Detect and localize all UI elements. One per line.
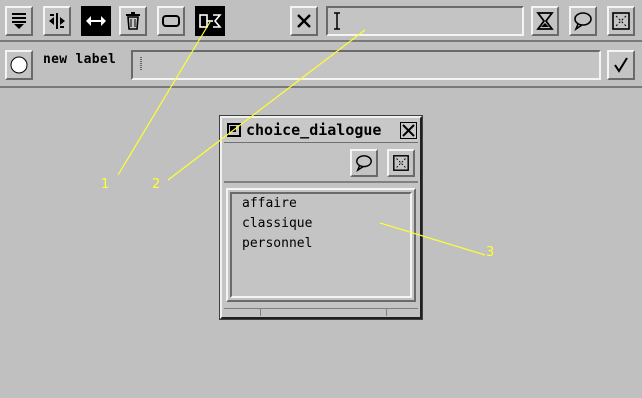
circle-icon bbox=[10, 56, 28, 74]
resize-button[interactable] bbox=[607, 6, 635, 36]
list-menu-icon bbox=[12, 13, 26, 29]
label-input-field[interactable] bbox=[131, 50, 601, 80]
list-item-personnel[interactable]: personnel bbox=[242, 236, 312, 251]
window-menu-button[interactable] bbox=[227, 123, 241, 137]
annotation-label-3: 3 bbox=[486, 245, 495, 260]
comment-button[interactable] bbox=[569, 6, 597, 36]
annotation-label-1: 1 bbox=[101, 177, 110, 192]
horizontal-arrows-icon bbox=[86, 16, 106, 26]
close-icon bbox=[297, 14, 311, 28]
status-divider bbox=[260, 309, 261, 316]
dialog-comment-button[interactable] bbox=[350, 149, 378, 177]
split-arrows-icon bbox=[49, 13, 65, 29]
dialog-toolbar bbox=[224, 143, 418, 183]
close-button[interactable] bbox=[290, 6, 318, 36]
dialog-titlebar[interactable]: choice_dialogue bbox=[224, 120, 418, 143]
dialog-close-button[interactable] bbox=[400, 122, 417, 139]
dialog-status-bar bbox=[224, 308, 418, 316]
trash-icon bbox=[126, 12, 140, 30]
split-button[interactable] bbox=[43, 6, 71, 36]
text-cursor-icon bbox=[334, 12, 340, 30]
dialog-title: choice_dialogue bbox=[246, 121, 382, 139]
dialog-resize-button[interactable] bbox=[387, 149, 415, 177]
hourglass-icon bbox=[536, 12, 554, 30]
resize-box-icon bbox=[393, 155, 409, 171]
wait-button[interactable] bbox=[531, 6, 559, 36]
choice-list-inner: affaire classique personnel bbox=[230, 192, 412, 298]
name-input-field[interactable] bbox=[326, 6, 524, 36]
window-menu-icon bbox=[230, 126, 236, 132]
record-button[interactable] bbox=[5, 50, 33, 80]
text-cursor-icon bbox=[140, 57, 142, 71]
bind-button[interactable] bbox=[195, 6, 225, 36]
list-item-affaire[interactable]: affaire bbox=[242, 196, 297, 211]
horizontal-arrows-button[interactable] bbox=[81, 6, 111, 36]
label-bar: new label bbox=[0, 44, 642, 88]
list-item-classique[interactable]: classique bbox=[242, 216, 312, 231]
checkmark-icon bbox=[614, 57, 628, 73]
delete-button[interactable] bbox=[119, 6, 147, 36]
choice-list[interactable]: affaire classique personnel bbox=[226, 188, 416, 302]
top-toolbar bbox=[0, 0, 642, 42]
bind-icon bbox=[199, 14, 222, 28]
resize-box-icon bbox=[612, 12, 630, 30]
choice-dialog[interactable]: choice_dialogue affaire classique person… bbox=[219, 115, 423, 320]
rounded-rect-button[interactable] bbox=[157, 6, 185, 36]
close-icon bbox=[402, 124, 415, 137]
speech-bubble-icon bbox=[356, 155, 372, 172]
status-divider bbox=[386, 309, 387, 316]
list-menu-button[interactable] bbox=[5, 6, 33, 36]
annotation-label-2: 2 bbox=[152, 177, 161, 192]
speech-bubble-icon bbox=[574, 12, 592, 31]
new-label-text: new label bbox=[43, 52, 117, 67]
rounded-rect-icon bbox=[162, 15, 180, 27]
confirm-button[interactable] bbox=[607, 50, 635, 80]
